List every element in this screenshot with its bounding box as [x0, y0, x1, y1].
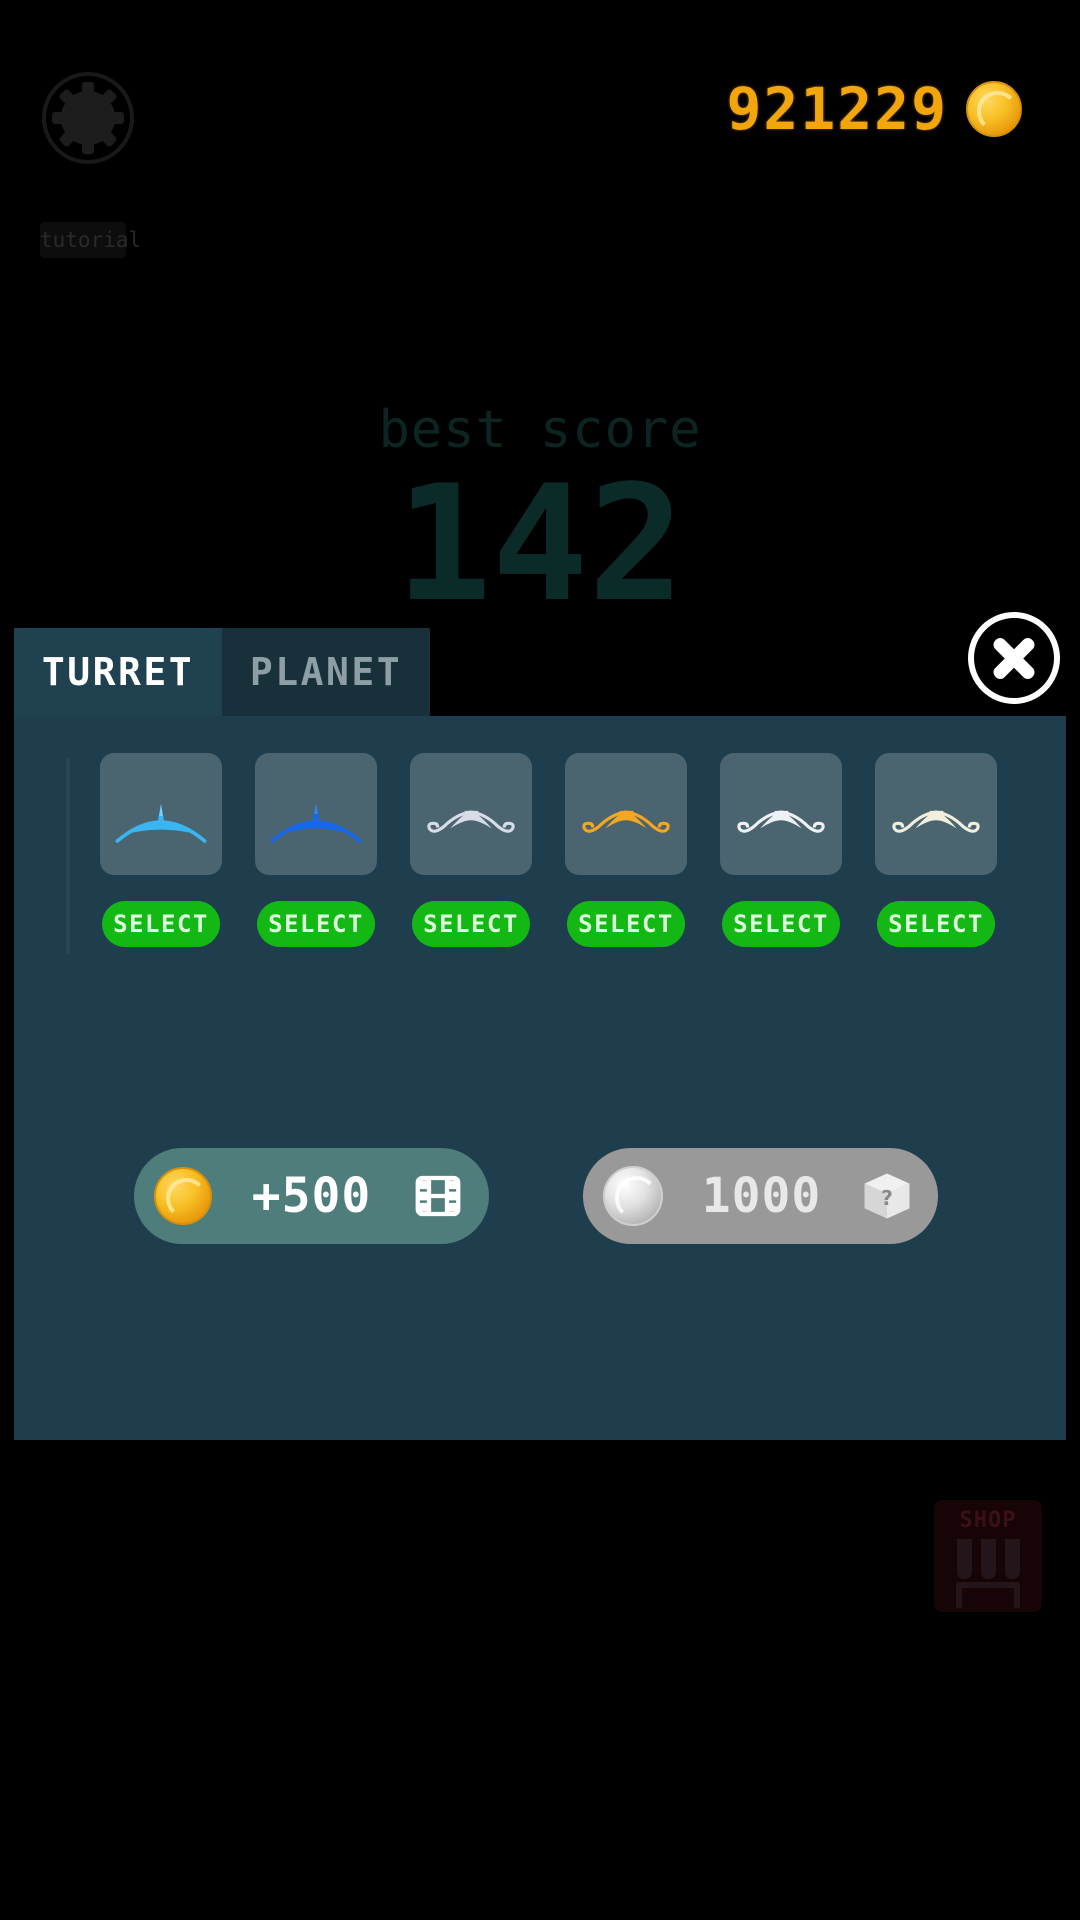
list-item: SELECT	[100, 753, 222, 947]
turret-selection-modal: TURRET PLANET SELECT SELECT SELECT SELEC…	[14, 628, 1066, 1440]
shop-button[interactable]: SHOP	[934, 1500, 1042, 1612]
close-x-icon[interactable]	[968, 612, 1060, 704]
list-item: SELECT	[255, 753, 377, 947]
turret-item-list[interactable]: SELECT SELECT SELECT SELECT SELECT SELEC…	[14, 716, 1066, 984]
list-item: SELECT	[720, 753, 842, 947]
select-button-2[interactable]: SELECT	[257, 901, 375, 947]
select-button-5[interactable]: SELECT	[722, 901, 840, 947]
storefront-icon	[956, 1539, 1020, 1579]
best-score-block: best score 142	[0, 400, 1080, 628]
svg-text:?: ?	[881, 1186, 893, 1210]
coin-counter: 921229	[726, 75, 1022, 143]
mystery-box-icon: ?	[860, 1169, 914, 1223]
turret-tile-1[interactable]	[100, 753, 222, 875]
turret-orange-icon	[582, 810, 670, 833]
list-item: SELECT	[875, 753, 997, 947]
awning-stripe	[956, 1539, 972, 1579]
turret-tile-4[interactable]	[565, 753, 687, 875]
tab-turret[interactable]: TURRET	[14, 628, 222, 716]
watch-ad-for-coins-button[interactable]: +500	[134, 1148, 489, 1244]
turret-tile-3[interactable]	[410, 753, 532, 875]
list-item: SELECT	[410, 753, 532, 947]
turret-tile-5[interactable]	[720, 753, 842, 875]
silver-coin-icon	[603, 1166, 663, 1226]
reward-coin-amount: +500	[251, 1168, 372, 1224]
tutorial-label[interactable]: tutorial	[40, 222, 141, 258]
shop-label: SHOP	[959, 1508, 1017, 1533]
best-score-value: 142	[395, 450, 685, 637]
rewards-row: +500 1000 ?	[14, 1148, 1066, 1244]
gear-icon[interactable]	[42, 72, 134, 164]
turret-blue-icon	[270, 803, 362, 843]
tab-planet[interactable]: PLANET	[222, 628, 430, 716]
turret-tile-2[interactable]	[255, 753, 377, 875]
select-button-3[interactable]: SELECT	[412, 901, 530, 947]
gold-coin-icon	[154, 1167, 212, 1225]
modal-tabs: TURRET PLANET	[14, 628, 430, 716]
turret-cream-icon	[892, 810, 980, 833]
select-button-4[interactable]: SELECT	[567, 901, 685, 947]
gear-core	[61, 91, 115, 145]
gold-coin-icon	[966, 81, 1022, 137]
awning-stripe	[980, 1539, 996, 1579]
turret-white-icon	[737, 810, 825, 833]
reward-box-price: 1000	[701, 1168, 822, 1224]
shop-door	[956, 1582, 1020, 1608]
turret-tile-6[interactable]	[875, 753, 997, 875]
game-screen: tutorial 921229 best score 142 SHOP TURR…	[0, 0, 1080, 1920]
list-item: SELECT	[565, 753, 687, 947]
turret-cyan-icon	[115, 803, 207, 843]
select-button-1[interactable]: SELECT	[102, 901, 220, 947]
select-button-6[interactable]: SELECT	[877, 901, 995, 947]
video-film-icon	[411, 1169, 465, 1223]
buy-mystery-box-button[interactable]: 1000 ?	[583, 1148, 938, 1244]
awning-stripe	[1004, 1539, 1020, 1579]
turret-silver-icon	[427, 810, 515, 833]
coin-amount: 921229	[726, 75, 948, 143]
